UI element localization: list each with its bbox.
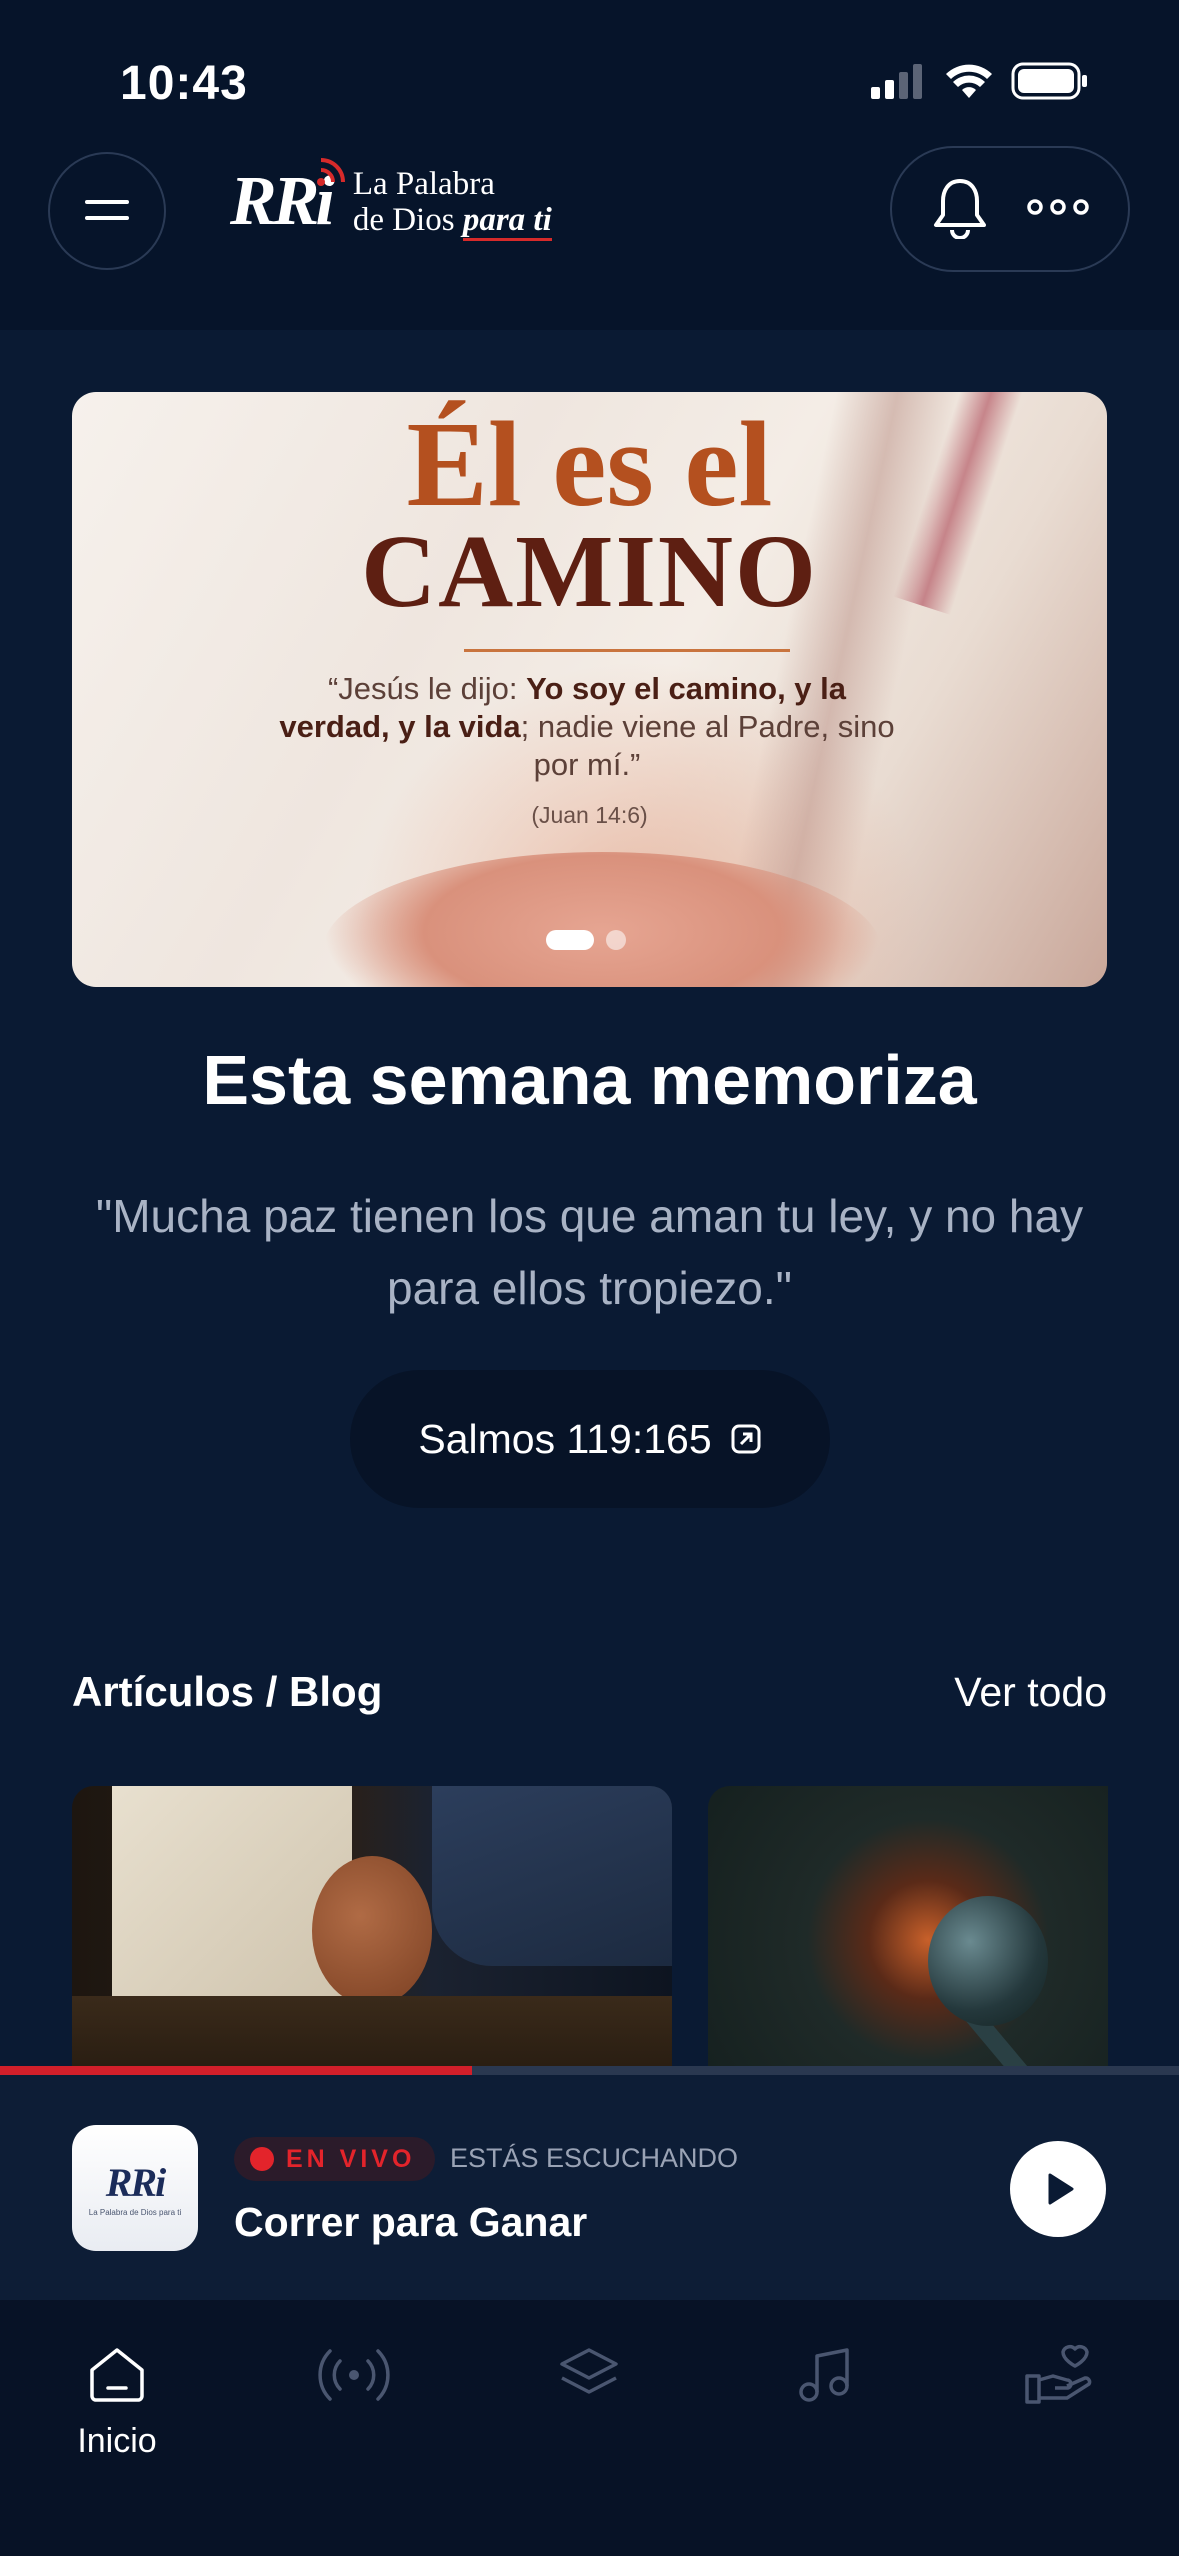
app-header: RRi La Palabra de Dios para ti [0, 140, 1179, 280]
article-image-jar [312, 1856, 432, 2006]
battery-icon [1011, 62, 1087, 100]
carousel-pagination [546, 930, 626, 950]
app-logo: RRi La Palabra de Dios para ti [230, 158, 552, 242]
mini-player[interactable]: RRi La Palabra de Dios para ti EN VIVO E… [0, 2075, 1179, 2300]
status-icons [871, 62, 1089, 100]
memorize-reference-button[interactable]: Salmos 119:165 [350, 1370, 830, 1508]
articles-title: Artículos / Blog [72, 1668, 383, 1715]
play-button[interactable] [1010, 2141, 1106, 2237]
logo-mark: RRi [230, 158, 345, 242]
layers-icon [560, 2348, 618, 2394]
hero-verse-reference: (Juan 14:6) [531, 802, 648, 828]
header-actions [890, 146, 1130, 272]
live-dot-icon [250, 2147, 274, 2171]
carousel-dot-active[interactable] [546, 930, 594, 950]
hand-heart-icon [1025, 2344, 1092, 2404]
status-time: 10:43 [120, 57, 248, 110]
cellular-signal-icon [871, 64, 922, 99]
tab-home-label: Inicio [77, 2422, 157, 2460]
article-image-jeans [432, 1786, 672, 1966]
bell-icon [934, 178, 986, 240]
bottom-tab-bar: Inicio [0, 2300, 1179, 2556]
notifications-button[interactable] [931, 175, 989, 244]
memorize-quote: "Mucha paz tienen los que aman tu ley, y… [95, 1190, 1084, 1314]
menu-button[interactable] [48, 152, 166, 270]
status-bar: 10:43 [0, 0, 1179, 150]
article-image-floor [72, 1996, 672, 2066]
tab-home[interactable]: Inicio [37, 2342, 197, 2461]
external-link-icon [731, 1424, 761, 1454]
hamburger-menu-icon [85, 200, 129, 220]
hero-title-line1: Él es el [406, 397, 773, 532]
radio-broadcast-icon [318, 2349, 390, 2401]
article-card[interactable] [708, 1786, 1108, 2066]
wifi-icon [946, 64, 992, 98]
playback-progress-fill [0, 2066, 472, 2075]
hero-carousel[interactable]: Él es el CAMINO “Jesús le dijo: Yo soy e… [72, 392, 1107, 987]
more-options-button[interactable] [1027, 198, 1089, 220]
live-badge: EN VIVO [234, 2137, 436, 2181]
memorize-title: Esta semana memoriza [202, 1041, 977, 1119]
article-card[interactable] [72, 1786, 672, 2066]
logo-tagline: La Palabra de Dios para ti [353, 166, 552, 241]
broadcast-waves-icon [316, 158, 345, 186]
more-dots-icon [1027, 198, 1089, 215]
player-station-logo: RRi La Palabra de Dios para ti [72, 2125, 198, 2251]
tab-donate[interactable] [979, 2342, 1139, 2408]
hero-divider [464, 649, 790, 652]
hero-verse: “Jesús le dijo: Yo soy el camino, y la v… [279, 671, 895, 782]
now-playing-title: Correr para Ganar [234, 2199, 588, 2245]
play-icon [1048, 2173, 1074, 2205]
tab-live-radio[interactable] [274, 2342, 434, 2408]
memorize-reference-label: Salmos 119:165 [418, 1415, 712, 1462]
music-note-icon [799, 2348, 849, 2402]
home-icon [90, 2348, 144, 2402]
carousel-dot[interactable] [606, 930, 626, 950]
see-all-link[interactable]: Ver todo [954, 1669, 1107, 1716]
tab-music[interactable] [744, 2342, 904, 2408]
listening-label: ESTÁS ESCUCHANDO [450, 2143, 739, 2173]
hero-title-line2: CAMINO [361, 514, 818, 629]
playback-progress-bar[interactable] [0, 2066, 1179, 2075]
article-image-microphone [928, 1896, 1048, 2026]
tab-library[interactable] [509, 2342, 669, 2408]
articles-section-header: Artículos / Blog Ver todo [72, 1668, 1107, 1716]
